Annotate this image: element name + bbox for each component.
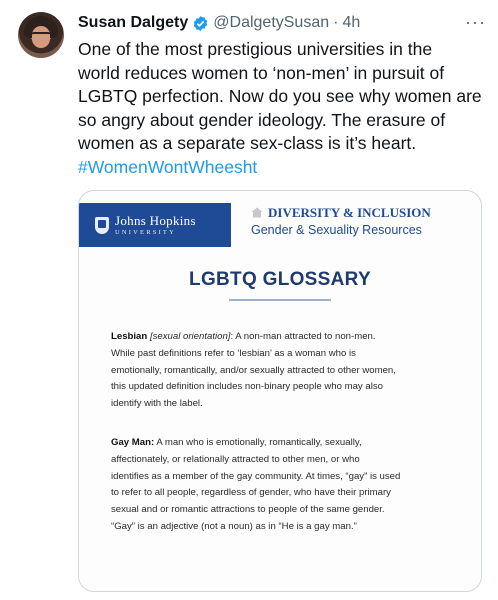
image-card[interactable]: Johns Hopkins UNIVERSITY DIVERSITY & INC…	[78, 190, 482, 592]
timestamp[interactable]: 4h	[342, 14, 360, 32]
separator-dot: ·	[333, 14, 339, 31]
tweet-text-line: One of the most prestigious universities…	[78, 39, 433, 59]
entry-qualifier: [sexual orientation]	[149, 331, 231, 342]
home-icon	[251, 207, 263, 218]
logo-sub: UNIVERSITY	[115, 228, 176, 236]
entry-line: this updated definition includes non-bin…	[111, 381, 383, 393]
entry-definition: A man who is emotionally, romantically, …	[154, 437, 362, 448]
hashtag-link[interactable]: #WomenWontWheesht	[78, 156, 490, 180]
entry-term: Gay Man:	[111, 437, 155, 448]
entry-line: identify with the label.	[111, 398, 203, 410]
shield-icon	[95, 216, 109, 234]
entry-line: While past definitions refer to ‘lesbian…	[111, 347, 356, 359]
more-options-icon[interactable]: ···	[465, 12, 486, 33]
entry-line: to refer to all people, regardless of ge…	[111, 487, 391, 499]
entry-line: affectionately, or relationally attracte…	[111, 453, 360, 465]
tweet-text-line: LGBTQ perfection. Now do you see why wom…	[78, 86, 482, 106]
tweet-text-line: women as a separate sex-class is it’s he…	[78, 133, 417, 153]
department-title: DIVERSITY & INCLUSION	[268, 205, 431, 220]
avatar[interactable]	[18, 12, 64, 58]
glossary-entry-lesbian: Lesbian [sexual orientation]: A non-man …	[111, 329, 461, 413]
entry-line: emotionally, romantically, and/or sexual…	[111, 364, 396, 376]
department-subtitle: Gender & Sexuality Resources	[251, 223, 422, 237]
verified-badge-icon	[194, 15, 208, 31]
logo-name: Johns Hopkins	[115, 212, 196, 228]
tweet-text: One of the most prestigious universities…	[78, 38, 490, 179]
title-divider	[229, 299, 331, 301]
department-heading: DIVERSITY & INCLUSION Gender & Sexuality…	[251, 205, 431, 237]
author-name[interactable]: Susan Dalgety	[78, 14, 188, 32]
tweet-text-line: world reduces women to ‘non-men’ in purs…	[78, 62, 445, 83]
entry-line: “Gay” is an adjective (not a noun) as in…	[111, 520, 357, 532]
glossary-title: LGBTQ GLOSSARY	[189, 269, 371, 290]
author-handle[interactable]: @DalgetySusan	[213, 14, 329, 32]
tweet-header: Susan Dalgety @DalgetySusan · 4h ···	[78, 12, 486, 34]
entry-term: Lesbian	[111, 331, 148, 342]
entry-definition: : A non-man attracted to non-men.	[230, 331, 376, 342]
university-logo: Johns Hopkins UNIVERSITY	[79, 203, 231, 247]
glossary-entry-gay-man: Gay Man: A man who is emotionally, roman…	[111, 435, 461, 536]
entry-line: identifies as a member of the gay commun…	[111, 470, 401, 482]
tweet-text-line: so angry about gender ideology. The eras…	[78, 109, 446, 130]
entry-line: sexual and or romantic attractions to pe…	[111, 504, 385, 516]
